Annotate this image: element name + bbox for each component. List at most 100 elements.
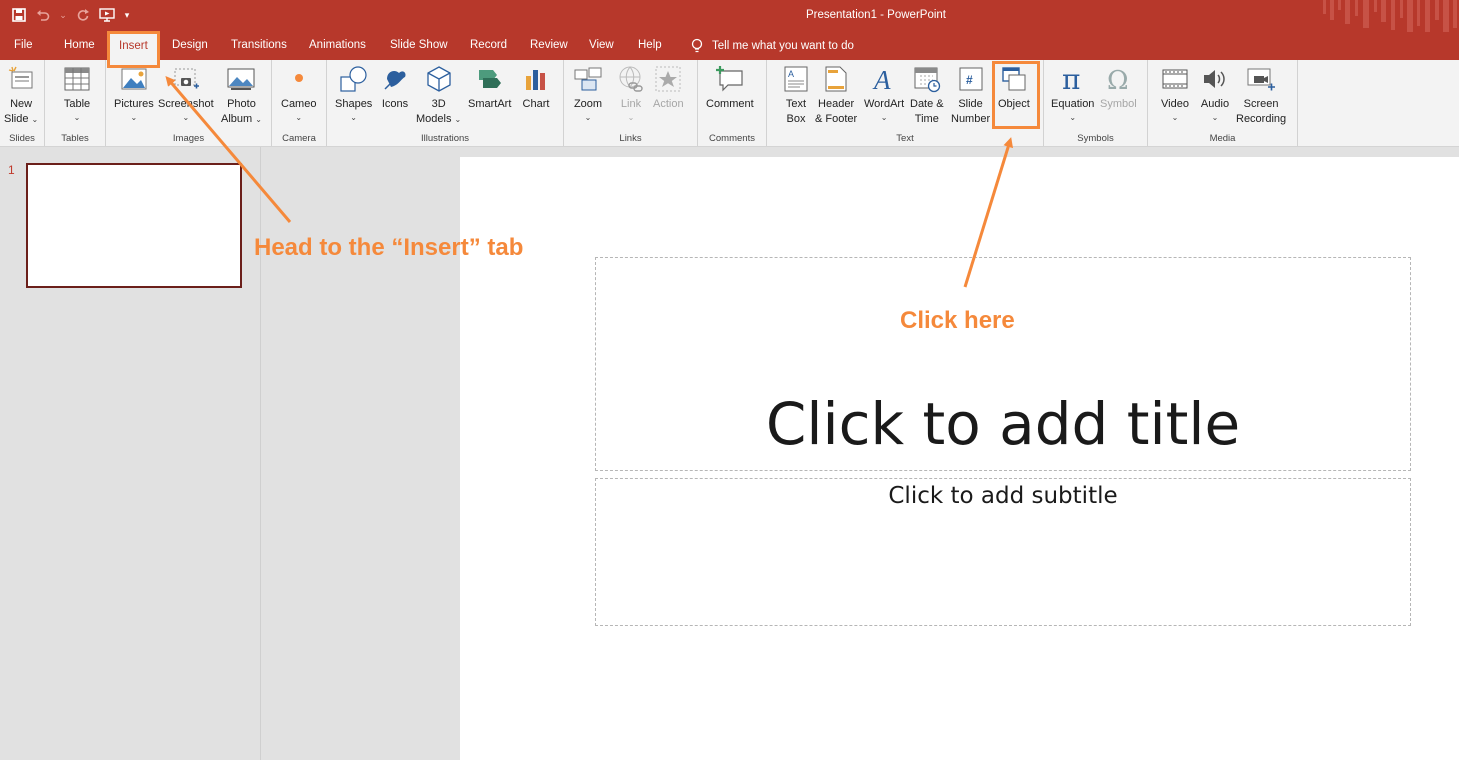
chart-button[interactable]: Chart — [521, 64, 551, 112]
pi-icon: π — [1058, 64, 1088, 94]
chevron-down-icon: ⌄ — [1211, 113, 1219, 122]
slide-thumbnail[interactable] — [26, 163, 242, 288]
title-bar-decoration — [1323, 0, 1457, 32]
photo-album-button[interactable]: Photo Album ⌄ — [221, 64, 262, 127]
link-icon — [616, 64, 646, 94]
comment-button[interactable]: Comment — [706, 64, 754, 112]
group-tables: Table ⌄ Tables — [45, 60, 106, 146]
symbol-button[interactable]: Ω Symbol — [1100, 64, 1137, 112]
icons-button[interactable]: Icons — [380, 64, 410, 112]
group-label-illustrations: Illustrations — [420, 133, 470, 144]
group-camera: Cameo ⌄ Camera — [272, 60, 327, 146]
group-label-text: Text — [896, 133, 914, 144]
group-illustrations: Shapes ⌄ Icons 3D Models ⌄ SmartArt Char… — [327, 60, 564, 146]
tab-slide-show[interactable]: Slide Show — [390, 39, 448, 51]
group-links: Zoom ⌄ Link ⌄ Action Links — [564, 60, 698, 146]
text-box-button[interactable]: A Text Box — [781, 64, 811, 127]
new-slide-button[interactable]: New Slide ⌄ — [4, 64, 38, 127]
omega-icon: Ω — [1103, 64, 1133, 94]
svg-text:A: A — [788, 69, 794, 79]
chevron-down-icon: ⌄ — [584, 113, 592, 122]
group-comments: Comment Comments — [698, 60, 767, 146]
svg-text:A: A — [872, 65, 891, 93]
slide-number-button[interactable]: # Slide Number — [951, 64, 990, 127]
group-label-tables: Tables — [61, 133, 89, 144]
comment-icon — [715, 64, 745, 94]
wordart-icon: A — [869, 64, 899, 94]
tab-home[interactable]: Home — [64, 39, 95, 51]
slide-thumbnail-pane: 1 — [0, 147, 261, 760]
photo-album-icon — [226, 64, 256, 94]
title-bar: ⌄ ▾ Presentation1 - PowerPoint — [0, 0, 1459, 32]
screen-recording-icon — [1246, 64, 1276, 94]
shapes-button[interactable]: Shapes ⌄ — [335, 64, 372, 124]
group-label-slides: Slides — [9, 133, 35, 144]
lightbulb-icon — [691, 38, 703, 53]
header-footer-icon — [821, 64, 851, 94]
icons-icon — [380, 64, 410, 94]
pictures-icon — [119, 64, 149, 94]
tab-design[interactable]: Design — [172, 39, 208, 51]
tell-me-label: Tell me what you want to do — [712, 40, 854, 52]
slide-thumbnail-number: 1 — [8, 163, 15, 177]
chevron-down-icon: ⌄ — [182, 113, 190, 122]
group-images: Pictures ⌄ Screenshot ⌄ Photo Album ⌄ Im… — [106, 60, 272, 146]
chevron-down-icon: ⌄ — [1069, 113, 1077, 122]
chevron-down-icon: ⌄ — [31, 115, 39, 124]
tab-review[interactable]: Review — [530, 39, 568, 51]
action-star-icon — [653, 64, 683, 94]
action-button[interactable]: Action — [653, 64, 684, 112]
text-box-icon: A — [781, 64, 811, 94]
object-button-highlight — [992, 61, 1040, 129]
ribbon-tab-bar: File Home Insert Design Transitions Anim… — [0, 32, 1459, 60]
chart-icon — [521, 64, 551, 94]
chevron-down-icon: ⌄ — [880, 113, 888, 122]
tab-view[interactable]: View — [589, 39, 614, 51]
chevron-down-icon: ⌄ — [454, 115, 462, 124]
screenshot-icon — [171, 64, 201, 94]
object-callout: Click here — [900, 307, 1015, 334]
zoom-button[interactable]: Zoom ⌄ — [573, 64, 603, 124]
group-symbols: π Equation ⌄ Ω Symbol Symbols — [1044, 60, 1148, 146]
wordart-button[interactable]: A WordArt ⌄ — [864, 64, 904, 124]
screenshot-button[interactable]: Screenshot ⌄ — [158, 64, 214, 124]
new-slide-icon — [6, 64, 36, 94]
link-button[interactable]: Link ⌄ — [616, 64, 646, 124]
cameo-button[interactable]: Cameo ⌄ — [281, 64, 316, 124]
group-label-images: Images — [172, 133, 205, 144]
slide[interactable]: Click to add title Click to add subtitle — [460, 157, 1459, 760]
ribbon: New Slide ⌄ Slides Table ⌄ Tables Pictur… — [0, 60, 1459, 147]
group-media: Video ⌄ Audio ⌄ Screen Recording Media — [1148, 60, 1298, 146]
group-label-links: Links — [619, 133, 642, 144]
3d-models-button[interactable]: 3D Models ⌄ — [416, 64, 461, 127]
tab-help[interactable]: Help — [638, 39, 662, 51]
equation-button[interactable]: π Equation ⌄ — [1051, 64, 1094, 124]
insert-tab-callout: Head to the “Insert” tab — [254, 234, 524, 261]
date-time-button[interactable]: Date & Time — [910, 64, 944, 127]
video-button[interactable]: Video ⌄ — [1160, 64, 1190, 124]
tab-animations[interactable]: Animations — [309, 39, 366, 51]
tab-record[interactable]: Record — [470, 39, 507, 51]
pictures-button[interactable]: Pictures ⌄ — [114, 64, 154, 124]
subtitle-placeholder[interactable]: Click to add subtitle — [595, 478, 1411, 626]
chevron-down-icon: ⌄ — [73, 113, 81, 122]
group-slides: New Slide ⌄ Slides — [0, 60, 45, 146]
audio-button[interactable]: Audio ⌄ — [1200, 64, 1230, 124]
group-label-symbols: Symbols — [1077, 133, 1114, 144]
title-placeholder[interactable]: Click to add title — [595, 257, 1411, 471]
subtitle-placeholder-text: Click to add subtitle — [888, 483, 1118, 509]
table-button[interactable]: Table ⌄ — [62, 64, 92, 124]
header-footer-button[interactable]: Header & Footer — [815, 64, 857, 127]
group-label-comments: Comments — [709, 133, 755, 144]
tab-transitions[interactable]: Transitions — [231, 39, 287, 51]
tell-me-search[interactable]: Tell me what you want to do — [690, 38, 854, 54]
tab-file[interactable]: File — [14, 39, 33, 51]
table-icon — [62, 64, 92, 94]
group-label-camera: Camera — [282, 133, 316, 144]
smartart-button[interactable]: SmartArt — [468, 64, 511, 112]
calendar-icon — [912, 64, 942, 94]
chevron-down-icon: ⌄ — [1171, 113, 1179, 122]
chevron-down-icon: ⌄ — [350, 113, 357, 122]
screen-recording-button[interactable]: Screen Recording — [1236, 64, 1286, 127]
svg-text:Ω: Ω — [1107, 66, 1129, 93]
